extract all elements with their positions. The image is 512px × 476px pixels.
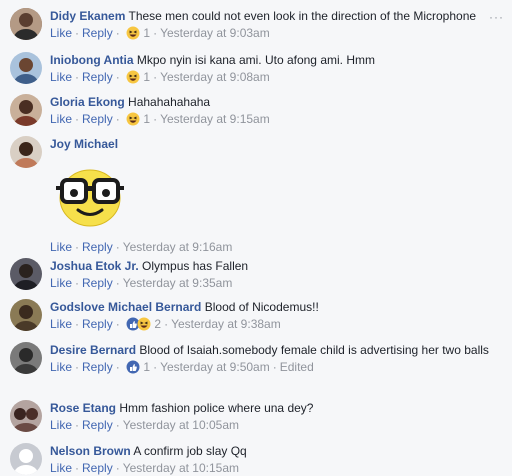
comment-author[interactable]: Joy Michael [50,137,118,151]
comment-text: A confirm job slay Qq [133,444,247,458]
avatar[interactable] [10,52,42,84]
haha-reaction-icon[interactable] [126,26,140,44]
avatar[interactable] [10,258,42,290]
comment-timestamp[interactable]: Yesterday at 10:05am [123,418,239,432]
comment-author[interactable]: Godslove Michael Bernard [50,300,201,314]
comment-timestamp[interactable]: Yesterday at 10:15am [123,461,239,475]
reply-button[interactable]: Reply [82,70,113,84]
reply-button[interactable]: Reply [82,461,113,475]
like-button[interactable]: Like [50,276,72,290]
comment-timestamp[interactable]: Yesterday at 9:03am [160,26,270,40]
avatar-image [10,8,42,40]
comment-timestamp[interactable]: Yesterday at 9:15am [160,112,270,126]
avatar[interactable] [10,136,42,168]
haha-reaction-icon[interactable] [137,317,151,335]
comment-author[interactable]: Iniobong Antia [50,53,134,67]
like-button[interactable]: Like [50,418,72,432]
reaction-count[interactable]: 1 [143,112,150,126]
avatar[interactable] [10,342,42,374]
reaction-count[interactable]: 1 [143,360,150,374]
comment-timestamp[interactable]: Yesterday at 9:16am [123,240,233,254]
like-button[interactable]: Like [50,26,72,40]
avatar-image [10,136,42,168]
comment-text: Blood of Nicodemus!! [204,300,319,314]
avatar-image [10,342,42,374]
reply-button[interactable]: Reply [82,418,113,432]
comment-author[interactable]: Desire Bernard [50,343,136,357]
reply-button[interactable]: Reply [82,360,113,374]
avatar[interactable] [10,8,42,40]
like-button[interactable]: Like [50,70,72,84]
avatar-image [10,400,42,432]
avatar-image [10,258,42,290]
avatar-image [10,299,42,331]
like-button[interactable]: Like [50,240,72,254]
comment-text: These men could not even look in the dir… [128,9,477,23]
comment-author[interactable]: Nelson Brown [50,444,131,458]
comment-timestamp[interactable]: Yesterday at 9:35am [123,276,233,290]
avatar-image [10,443,42,475]
avatar-image [10,94,42,126]
comment-text: Blood of Isaiah.somebody female child is… [139,343,489,357]
comment-text: Hmm fashion police where una dey? [119,401,314,415]
haha-reaction-icon[interactable] [126,112,140,130]
reply-button[interactable]: Reply [82,112,113,126]
comment-author[interactable]: Didy Ekanem [50,9,125,23]
edited-label[interactable]: Edited [280,360,314,374]
comment-text: Hahahahahaha [128,95,211,109]
reaction-count[interactable]: 2 [154,317,161,331]
comment-author[interactable]: Gloria Ekong [50,95,125,109]
comment-text: Mkpo nyin isi kana ami. Uto afong ami. H… [136,53,375,67]
reply-button[interactable]: Reply [82,276,113,290]
like-button[interactable]: Like [50,461,72,475]
avatar[interactable] [10,299,42,331]
like-button[interactable]: Like [50,317,72,331]
reply-button[interactable]: Reply [82,26,113,40]
avatar[interactable] [10,443,42,475]
reaction-count[interactable]: 1 [143,70,150,84]
avatar[interactable] [10,400,42,432]
more-options-icon[interactable]: ··· [489,10,504,24]
comment-author[interactable]: Rose Etang [50,401,116,415]
comment-timestamp[interactable]: Yesterday at 9:08am [160,70,270,84]
nerd-emoji-sticker[interactable] [50,162,504,233]
comment-text: Olympus has Fallen [142,259,249,273]
comment-timestamp[interactable]: Yesterday at 9:38am [171,317,281,331]
reply-button[interactable]: Reply [82,317,113,331]
avatar[interactable] [10,94,42,126]
reaction-count[interactable]: 1 [143,26,150,40]
haha-reaction-icon[interactable] [126,70,140,88]
like-button[interactable]: Like [50,360,72,374]
like-reaction-icon[interactable] [126,360,140,378]
avatar-image [10,52,42,84]
reply-button[interactable]: Reply [82,240,113,254]
like-button[interactable]: Like [50,112,72,126]
comment-timestamp[interactable]: Yesterday at 9:50am [160,360,270,374]
comment-author[interactable]: Joshua Etok Jr. [50,259,139,273]
